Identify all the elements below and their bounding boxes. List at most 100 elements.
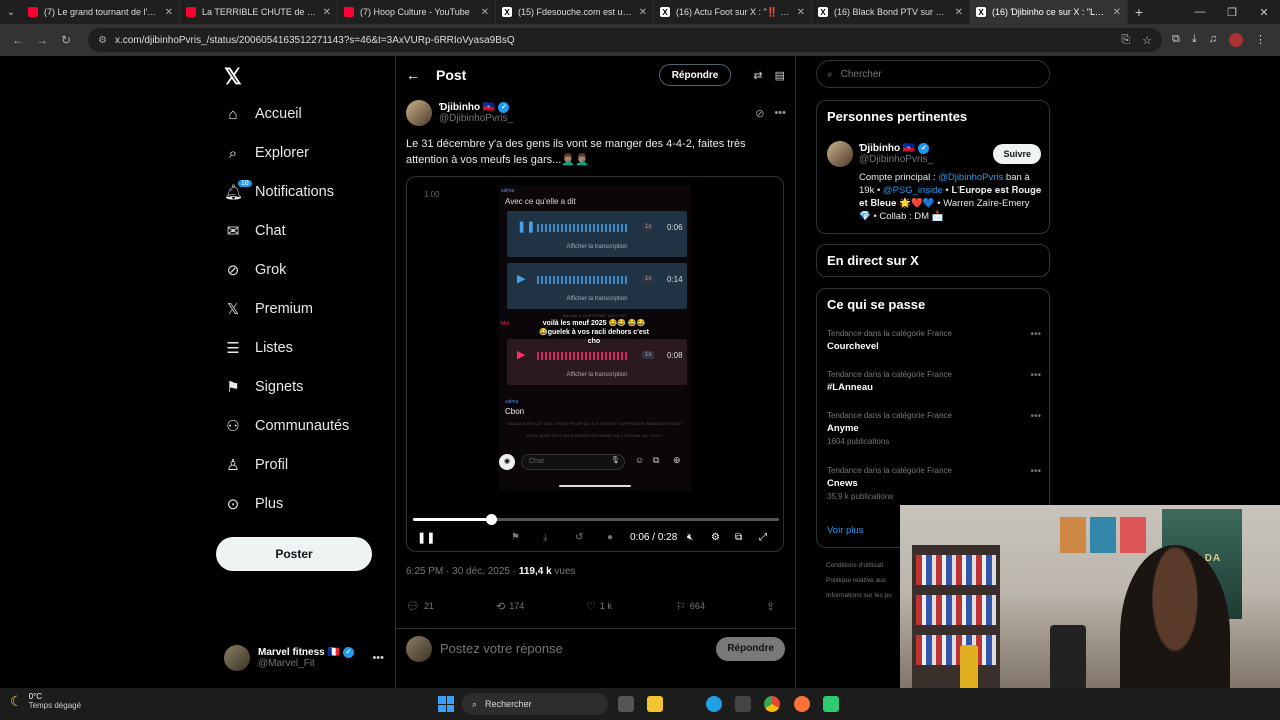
more-icon[interactable]: ••• <box>1030 411 1041 422</box>
back-icon[interactable]: ← <box>6 33 30 47</box>
legal-link[interactable]: Politique relative aux <box>826 573 892 588</box>
sidebar-item-bookmarks[interactable]: ⚑ Signets <box>224 372 303 402</box>
share-action[interactable]: ⇪ <box>766 600 779 613</box>
bio-link[interactable]: @DjibinhoPvris <box>938 172 1003 183</box>
taskbar-search[interactable]: ⌕ Rechercher <box>462 693 608 715</box>
bookmark-action[interactable]: ⚐ 664 <box>676 600 766 613</box>
more-icon[interactable]: ••• <box>1030 370 1041 381</box>
repost-action[interactable]: ⟲ 174 <box>496 600 586 613</box>
file-explorer-icon[interactable] <box>647 696 663 712</box>
more-icon[interactable]: ••• <box>372 652 384 664</box>
back-arrow-icon[interactable]: ← <box>406 67 436 83</box>
sidebar-item-notifications[interactable]: 🔔︎ 18 Notifications <box>224 177 334 207</box>
browser-tab[interactable]: La TERRIBLE CHUTE de ONE PU ✕ <box>180 0 338 24</box>
sidebar-item-profile[interactable]: ♙ Profil <box>224 450 288 480</box>
sidebar-item-premium[interactable]: 𝕏 Premium <box>224 294 313 324</box>
browser-tab-active[interactable]: X (16) Ɗjibinho ce sur X : "Le 31 d ✕ <box>970 0 1128 24</box>
sidebar-item-grok[interactable]: ⊘ Grok <box>224 255 287 285</box>
store-icon[interactable] <box>735 696 751 712</box>
settings-icon[interactable]: ⚙ <box>711 532 720 543</box>
reply-header-button[interactable]: Répondre <box>658 64 732 86</box>
weather-widget[interactable]: ☾ 0°C Temps dégagé <box>10 692 81 710</box>
forward-icon[interactable]: → <box>30 33 54 47</box>
more-icon[interactable]: ••• <box>1030 466 1041 477</box>
grok-icon[interactable]: ⊘ <box>755 107 764 120</box>
flag-icon[interactable]: ⚑ <box>511 532 520 543</box>
author-handle[interactable]: @DjibinhoPvris_ <box>439 113 513 124</box>
scrubber-handle[interactable] <box>486 514 498 525</box>
star-icon[interactable]: ☆ <box>1142 34 1152 47</box>
menu-icon[interactable]: ⋮ <box>1255 33 1266 47</box>
close-icon[interactable]: ✕ <box>323 7 331 18</box>
close-icon[interactable]: ✕ <box>1113 7 1121 18</box>
pause-icon[interactable]: ❚❚ <box>417 531 435 544</box>
author-name[interactable]: Ɗjibinho 🇭🇹 ✓ <box>439 101 513 113</box>
like-action[interactable]: ♡ 1 k <box>586 600 676 613</box>
bio-link[interactable]: @PSG_inside <box>883 185 943 196</box>
close-icon[interactable]: ✕ <box>165 7 173 18</box>
close-icon[interactable]: ✕ <box>639 7 647 18</box>
minimize-icon[interactable]: — <box>1184 0 1216 24</box>
legal-link[interactable]: Conditions d'utilisati <box>826 558 892 573</box>
chrome-icon[interactable] <box>764 696 780 712</box>
sidebar-item-more[interactable]: ⊙ Plus <box>224 489 284 519</box>
edge-icon[interactable] <box>706 696 722 712</box>
see-more-link[interactable]: Voir plus <box>827 525 863 536</box>
x-logo-icon[interactable]: 𝕏 <box>224 64 242 90</box>
media-icon[interactable]: ♫ <box>1209 33 1217 47</box>
circle-icon[interactable]: ● <box>607 532 613 543</box>
fullscreen-icon[interactable]: ⤢ <box>759 532 767 543</box>
sidebar-item-chat[interactable]: ✉ Chat <box>224 216 286 246</box>
history-icon[interactable]: ↺ <box>575 532 583 543</box>
legal-link[interactable]: Informations sur les pu <box>826 588 892 603</box>
close-icon[interactable]: ✕ <box>955 7 963 18</box>
site-info-icon[interactable]: ⚙ <box>98 35 107 46</box>
maximize-icon[interactable]: ❐ <box>1216 0 1248 24</box>
search-input[interactable]: ⌕ Chercher <box>816 60 1050 88</box>
browser-tab[interactable]: (7) Le grand tournant de l'anim ✕ <box>22 0 180 24</box>
reply-input[interactable]: Postez votre réponse <box>440 641 716 656</box>
mute-icon[interactable]: 🔇︎ <box>687 532 693 543</box>
download-icon[interactable]: ⤓ <box>543 532 547 543</box>
windows-start-icon[interactable] <box>438 696 454 712</box>
follow-button[interactable]: Suivre <box>993 144 1041 164</box>
trend-item[interactable]: Tendance dans la catégorie France Cnews … <box>827 466 1041 501</box>
install-icon[interactable]: ⎘ <box>1121 34 1130 47</box>
reply-button[interactable]: Répondre <box>716 636 785 661</box>
account-switcher[interactable]: Marvel fitness 🇫🇷 ✓ @Marvel_Fit ••• <box>224 642 384 674</box>
sidebar-item-lists[interactable]: ☰ Listes <box>224 333 293 363</box>
close-icon[interactable]: ✕ <box>797 7 805 18</box>
live-card[interactable]: En direct sur X <box>816 244 1050 277</box>
pip-icon[interactable]: ⧉ <box>735 532 742 543</box>
filter-icon[interactable]: ⇄ <box>753 69 762 82</box>
browser-tab[interactable]: X (16) Actu Foot sur X : "‼️ LE Ta ✕ <box>654 0 812 24</box>
url-field[interactable]: ⚙ x.com/djibinhoPvris_/status/2006054163… <box>88 28 1163 52</box>
app-icon[interactable] <box>823 696 839 712</box>
trend-item[interactable]: Tendance dans la catégorie France #LAnne… <box>827 370 1041 393</box>
sidebar-item-home[interactable]: ⌂ Accueil <box>224 99 301 129</box>
video-scrubber[interactable] <box>413 514 779 525</box>
person-row[interactable]: Ɗjibinho 🇭🇹 ✓ @DjibinhoPvris_ Suivre <box>827 141 1041 167</box>
extensions-icon[interactable]: ⧉ <box>1172 33 1180 47</box>
video-player[interactable]: 1.00 salma Avec ce qu'elle a dit ❚❚ 1x 0… <box>406 176 784 552</box>
trend-item[interactable]: Tendance dans la catégorie France Courch… <box>827 329 1041 352</box>
more-icon[interactable]: ••• <box>1030 329 1041 340</box>
more-icon[interactable]: ••• <box>774 107 786 120</box>
browser-tab[interactable]: X (16) Black Bond PTV sur X : "Le ✕ <box>812 0 970 24</box>
reply-action[interactable]: 💬︎ 21 <box>406 600 496 613</box>
firefox-icon[interactable] <box>794 696 810 712</box>
close-icon[interactable]: ✕ <box>481 7 489 18</box>
post-button[interactable]: Poster <box>216 537 372 571</box>
reload-icon[interactable]: ↻ <box>54 33 78 47</box>
browser-tab[interactable]: (7) Hoop Culture - YouTube ✕ <box>338 0 496 24</box>
browser-tab[interactable]: X (15) Fdesouche.com est une re ✕ <box>496 0 654 24</box>
download-icon[interactable]: ⤓ <box>1192 33 1197 47</box>
trend-item[interactable]: Tendance dans la catégorie France Anyme … <box>827 411 1041 446</box>
task-view-icon[interactable] <box>618 696 634 712</box>
tab-search-icon[interactable]: ⌄ <box>0 0 22 24</box>
new-tab-icon[interactable]: + <box>1128 4 1150 20</box>
avatar[interactable] <box>406 100 432 126</box>
sidebar-item-communities[interactable]: ⚇ Communautés <box>224 411 349 441</box>
reader-icon[interactable]: ▤ <box>775 69 785 82</box>
profile-avatar[interactable] <box>1229 33 1243 47</box>
